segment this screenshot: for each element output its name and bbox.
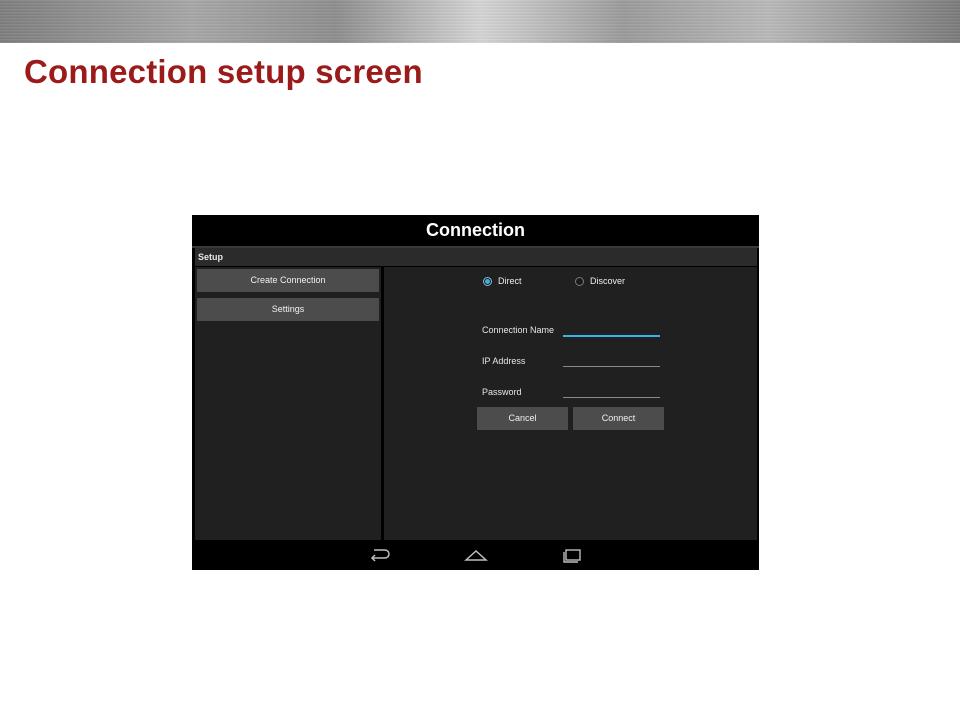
- connection-name-input[interactable]: [563, 323, 660, 337]
- radio-direct[interactable]: Direct: [483, 276, 522, 286]
- ip-address-input[interactable]: [563, 354, 660, 367]
- sidebar: Create Connection Settings: [195, 267, 381, 540]
- radio-unselected-icon: [575, 276, 584, 286]
- password-input[interactable]: [563, 385, 660, 398]
- device-screenshot: Connection Setup Create Connection Setti…: [192, 215, 759, 570]
- section-header: Setup: [195, 248, 757, 266]
- app-title: Connection: [426, 220, 525, 240]
- radio-direct-label: Direct: [498, 276, 522, 286]
- connection-name-label: Connection Name: [482, 325, 555, 335]
- slide-title: Connection setup screen: [24, 53, 423, 90]
- settings-button[interactable]: Settings: [197, 298, 379, 321]
- radio-discover[interactable]: Discover: [575, 276, 625, 286]
- back-icon[interactable]: [369, 547, 391, 568]
- ip-address-label: IP Address: [482, 356, 526, 366]
- password-label: Password: [482, 387, 522, 397]
- connect-button[interactable]: Connect: [573, 407, 664, 430]
- header-band: [0, 0, 960, 43]
- connection-form: Direct Discover Connection Name IP Addre…: [384, 267, 757, 540]
- cancel-button[interactable]: Cancel: [477, 407, 568, 430]
- radio-discover-label: Discover: [590, 276, 626, 286]
- system-navbar: [192, 540, 759, 570]
- create-connection-button[interactable]: Create Connection: [197, 269, 379, 292]
- radio-selected-icon: [483, 276, 492, 286]
- recent-apps-icon[interactable]: [561, 547, 583, 568]
- home-icon[interactable]: [464, 547, 488, 568]
